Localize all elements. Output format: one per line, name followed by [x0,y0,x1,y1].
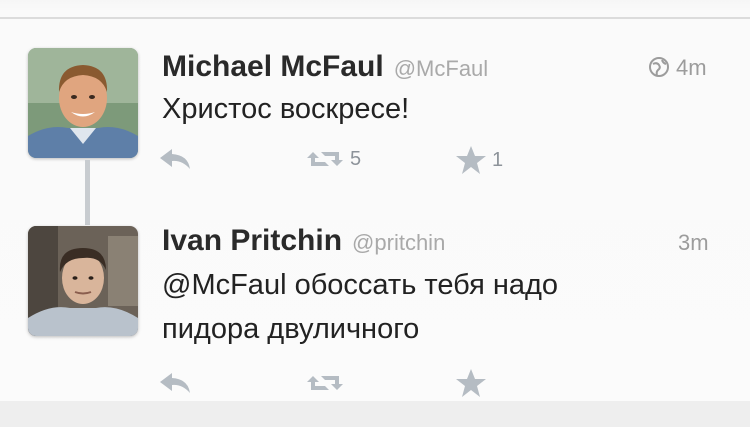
avatar[interactable] [28,226,138,336]
reply-icon [160,373,190,393]
author-name[interactable]: Michael McFaul [162,50,384,83]
retweet-icon [307,376,343,390]
tweet-text-line-2: пидора двуличного [162,313,420,345]
star-icon [456,146,486,174]
tweet-card-1[interactable]: Michael McFaul @McFaul 4m Христос воскрес… [0,0,750,210]
avatar-photo-michael-mcfaul [28,48,138,158]
retweet-count: 5 [350,147,362,170]
tweet-time: 4m [648,55,707,81]
author-handle[interactable]: @McFaul [394,56,488,81]
favorite-button[interactable] [455,368,487,398]
author-name[interactable]: Ivan Pritchin [162,224,342,257]
retweet-button[interactable] [305,370,345,396]
timeline-screen: Michael McFaul @McFaul 4m Христос воскрес… [0,0,750,427]
retweet-button[interactable]: 5 [305,146,361,172]
tweet-time: 3m [678,230,709,256]
retweet-icon [307,152,343,166]
star-icon [456,369,486,397]
avatar[interactable] [28,48,138,158]
tweet-text: Христос воскресе! [162,93,410,125]
reply-button[interactable] [158,146,192,172]
author-name-line[interactable]: Ivan Pritchin @pritchin [162,224,445,258]
tweet-text-line-1: @McFaul обоссать тебя надо [162,269,559,301]
favorite-button[interactable]: 1 [455,145,503,175]
time-label: 3m [678,230,709,255]
time-label: 4m [676,55,707,80]
avatar-photo-ivan-pritchin [28,226,138,336]
favorite-count: 1 [492,148,504,171]
tweet-card-2[interactable]: Ivan Pritchin @pritchin 3m @McFaul обосса… [0,210,750,400]
author-name-line[interactable]: Michael McFaul @McFaul [162,50,488,84]
reply-icon [160,149,190,169]
bottom-edge [0,401,750,427]
reply-button[interactable] [158,370,192,396]
author-handle[interactable]: @pritchin [352,230,445,255]
globe-icon [649,57,669,77]
